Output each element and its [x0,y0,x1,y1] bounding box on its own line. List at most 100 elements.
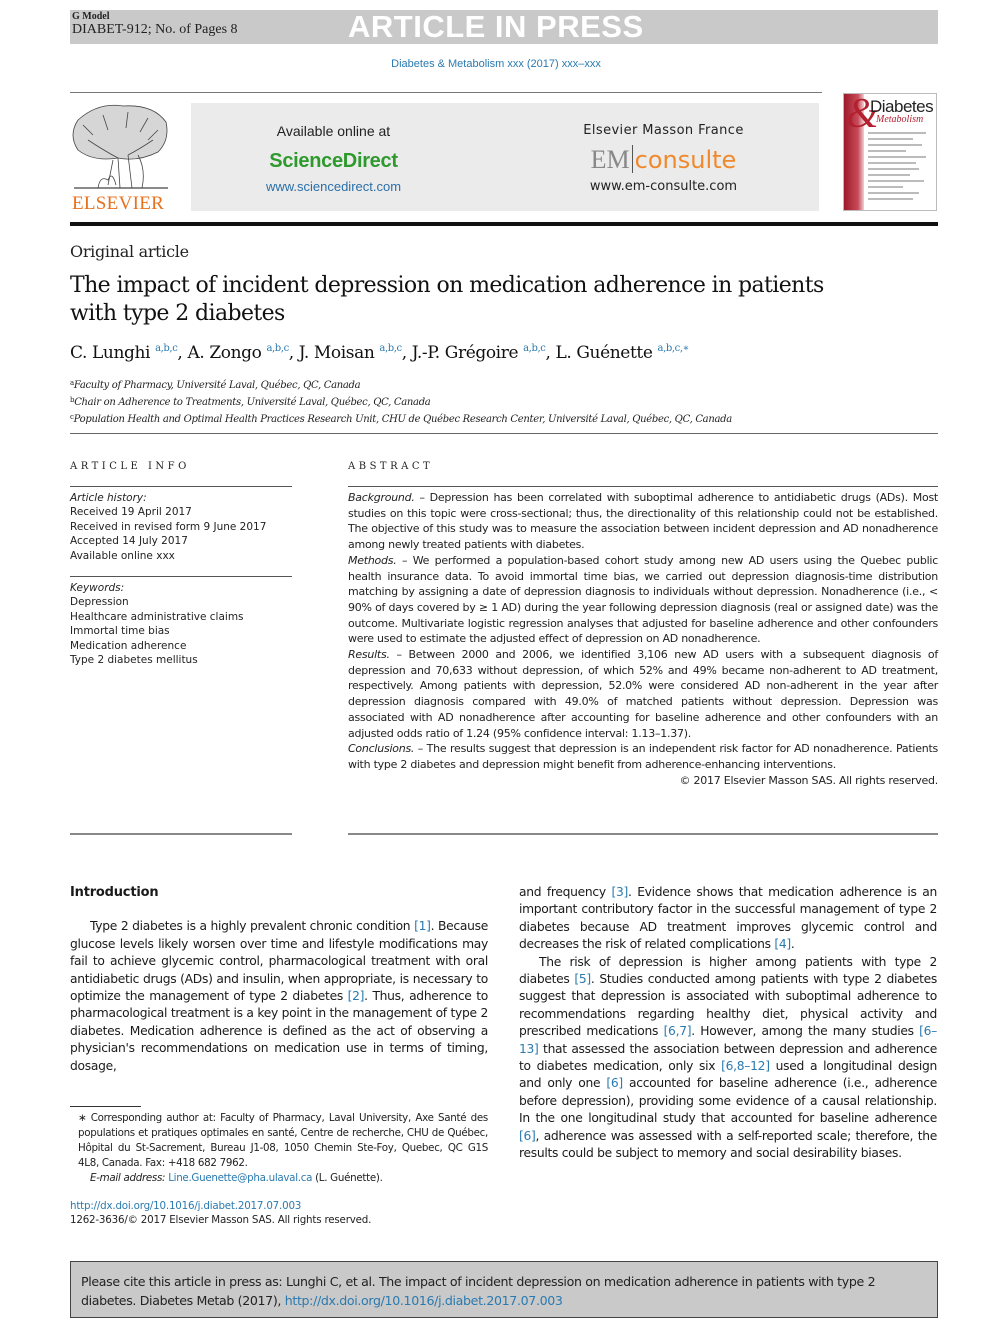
article-info-heading: ARTICLE INFO [70,461,190,472]
cover-title-metabolism: Metabolism [876,114,924,125]
reference-link[interactable]: [6–13] [519,1024,937,1055]
section-label: Methods. [348,553,397,567]
doi-link[interactable]: http://dx.doi.org/10.1016/j.diabet.2017.… [70,1199,371,1213]
history-item: Received 19 April 2017 [70,506,192,519]
abstract-conclusions: Conclusions. – The results suggest that … [348,741,938,772]
abstract-results: Results. – Between 2000 and 2006, we ide… [348,647,938,741]
reference-link[interactable]: [6] [519,1129,536,1143]
keyword-item: Depression [70,596,129,609]
affiliation-marker[interactable]: a,b,c [523,343,546,354]
journal-cover-thumbnail[interactable]: & Diabetes Metabolism [843,93,937,211]
affiliation-marker[interactable]: a,b,c [379,343,402,354]
keyword-item: Immortal time bias [70,625,170,638]
available-online-label: Available online at [276,123,391,139]
keywords-rule [70,576,292,577]
emconsulte-link[interactable]: www.em-consulte.com [531,179,796,194]
emconsulte-logo[interactable]: EM consulte [531,145,796,175]
elsevier-masson-label: Elsevier Masson France [583,123,744,138]
keywords: Keywords: Depression Healthcare administ… [70,581,244,667]
abstract-methods: Methods. – We performed a population-bas… [348,553,938,647]
em-mark: EM [590,145,630,174]
affiliation-marker[interactable]: a,b,c,∗ [658,343,690,354]
author-name[interactable]: J. Moisan [299,343,375,363]
keyword-item: Healthcare administrative claims [70,610,244,623]
article-info-rule [70,486,292,487]
article-in-press-label: ARTICLE IN PRESS [348,9,644,44]
article-title: The impact of incident depression on med… [70,273,824,326]
section-text: – Between 2000 and 2006, we identified 3… [348,648,938,740]
reference-link[interactable]: [6,8–12] [721,1059,770,1073]
reference-link[interactable]: [5] [574,972,591,986]
reference-link[interactable]: [3] [611,885,628,899]
abstract-heading: ABSTRACT [348,461,434,472]
article-type: Original article [70,242,189,261]
sciencedirect-logo[interactable]: ScienceDirect [191,150,476,173]
author-name[interactable]: A. Zongo [187,343,261,363]
abstract-rule [348,486,938,487]
author-name[interactable]: L. Guénette [555,343,652,363]
affiliation-item: cPopulation Health and Optimal Health Pr… [70,410,732,427]
affiliation-text: Chair on Adherence to Treatments, Univer… [74,397,431,408]
email-label: E-mail address: [90,1172,166,1184]
citation-box: Please cite this article in press as: Lu… [70,1261,938,1318]
cover-contents-lines [868,132,932,204]
keyword-item: Medication adherence [70,639,187,652]
sciencedirect-link[interactable]: www.sciencedirect.com [191,179,476,194]
corresponding-author-note: ∗ Corresponding author at: Faculty of Ph… [70,1111,488,1171]
section-label: Conclusions. [348,742,415,756]
abstract-body: Background. – Depression has been correl… [348,490,938,788]
issn-copyright: 1262-3636/© 2017 Elsevier Masson SAS. Al… [70,1214,372,1226]
affiliation-item: bChair on Adherence to Treatments, Unive… [70,393,732,410]
header-divider [70,92,822,93]
paragraph: The risk of depression is higher among p… [519,954,938,1161]
footnote-text: Corresponding author at: Faculty of Phar… [78,1112,488,1169]
publisher-panel: Available online at ScienceDirect www.sc… [191,103,819,211]
paragraph: and frequency [3]. Evidence shows that m… [519,885,937,952]
footnote-rule [70,1106,141,1107]
document-id: DIABET-912; No. of Pages 8 [72,22,238,37]
corresponding-author-footnote: ∗ Corresponding author at: Faculty of Ph… [70,1111,488,1186]
elsevier-wordmark: ELSEVIER [72,193,165,214]
header-thick-rule [70,222,938,226]
history-item: Available online xxx [70,549,175,562]
section-text: – We performed a population-based cohort… [348,553,938,646]
section-label: Results. [348,648,390,662]
history-item: Received in revised form 9 June 2017 [70,520,267,533]
body-column-left: Introduction Type 2 diabetes is a highly… [70,884,488,1075]
doi-block: http://dx.doi.org/10.1016/j.diabet.2017.… [70,1199,371,1227]
history-label: Article history: [70,492,147,504]
section-divider [70,433,938,434]
article-in-press-banner: G Model DIABET-912; No. of Pages 8 ARTIC… [70,10,938,44]
author-name[interactable]: C. Lunghi [70,343,150,363]
introduction-heading: Introduction [70,885,159,900]
email-link[interactable]: Line.Guenette@pha.ulaval.ca [168,1172,312,1184]
abstract-background: Background. – Depression has been correl… [348,490,938,553]
consulte-mark: consulte [634,146,737,174]
keyword-item: Type 2 diabetes mellitus [70,654,198,667]
affiliation-marker[interactable]: a,b,c [155,343,178,354]
affiliation-text: Faculty of Pharmacy, Université Laval, Q… [73,380,361,391]
email-owner: (L. Guénette). [312,1172,383,1184]
article-info-end-rule [70,833,292,835]
affiliations: aFaculty of Pharmacy, Université Laval, … [70,376,732,427]
journal-citation-line[interactable]: Diabetes & Metabolism xxx (2017) xxx–xxx [0,58,992,70]
affiliation-item: aFaculty of Pharmacy, Université Laval, … [70,376,732,393]
logo-divider [631,145,633,173]
affiliation-marker[interactable]: a,b,c [266,343,289,354]
reference-link[interactable]: [6] [606,1076,623,1090]
reference-link[interactable]: [1] [414,919,431,933]
author-name[interactable]: J.-P. Grégoire [412,343,519,363]
paragraph: Type 2 diabetes is a highly prevalent ch… [70,919,488,1073]
abstract-end-rule [348,833,938,835]
author-list: C. Lunghi a,b,c, A. Zongo a,b,c, J. Mois… [70,343,690,363]
reference-link[interactable]: [4] [774,937,791,951]
history-item: Accepted 14 July 2017 [70,535,188,548]
section-text: – Depression has been correlated with su… [348,491,938,552]
reference-link[interactable]: [2] [348,989,365,1003]
citation-doi-link[interactable]: http://dx.doi.org/10.1016/j.diabet.2017.… [285,1293,563,1308]
reference-link[interactable]: [6,7] [664,1024,692,1038]
journal-citation-text: Diabetes & Metabolism xxx (2017) xxx–xxx [391,58,601,70]
affiliation-text: Population Health and Optimal Health Pra… [73,414,733,425]
body-column-right: and frequency [3]. Evidence shows that m… [519,884,937,1163]
section-text: – The results suggest that depression is… [348,742,938,771]
